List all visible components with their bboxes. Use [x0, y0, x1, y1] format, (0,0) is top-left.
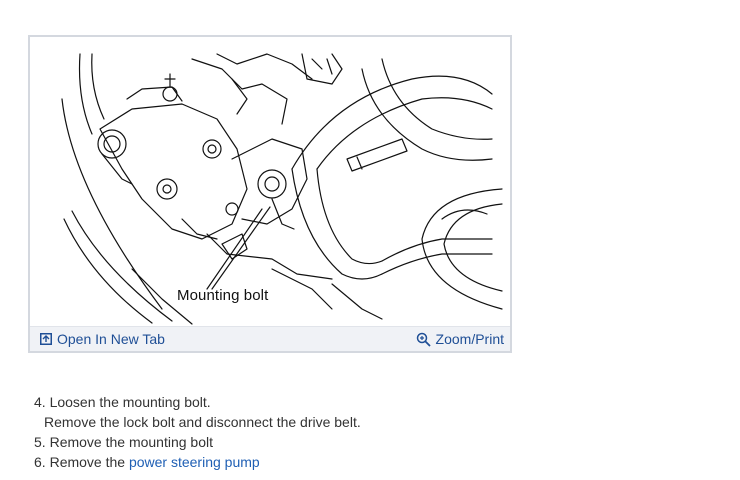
- step-text: Remove the: [49, 454, 126, 470]
- figure-toolbar: Open In New Tab Zoom/Print: [30, 326, 510, 351]
- step-item: 4. Loosen the mounting bolt.: [34, 392, 361, 412]
- open-in-new-tab-button[interactable]: Open In New Tab: [40, 331, 165, 347]
- figure-card: Mounting bolt Open In New Tab Zoom/Print: [28, 35, 512, 353]
- step-text: Remove the lock bolt and disconnect the …: [44, 414, 361, 430]
- step-number: 4.: [34, 394, 46, 410]
- diagram-image[interactable]: Mounting bolt: [32, 39, 508, 325]
- zoom-print-label: Zoom/Print: [435, 331, 504, 347]
- instruction-steps: 4. Loosen the mounting bolt. Remove the …: [34, 392, 361, 472]
- power-steering-line-drawing: [61, 53, 503, 325]
- step-number: 6.: [34, 454, 46, 470]
- step-text: Remove the mounting bolt: [49, 434, 214, 450]
- step-item: 5. Remove the mounting bolt: [34, 432, 361, 452]
- step-text: Loosen the mounting bolt.: [49, 394, 211, 410]
- step-item: 6. Remove the power steering pump: [34, 452, 361, 472]
- zoom-magnifier-icon: [416, 332, 431, 347]
- open-in-new-tab-label: Open In New Tab: [57, 331, 165, 347]
- zoom-print-button[interactable]: Zoom/Print: [416, 331, 504, 347]
- power-steering-pump-link[interactable]: power steering pump: [129, 454, 260, 470]
- open-new-tab-icon: [40, 333, 52, 345]
- figure-caption: Mounting bolt: [177, 287, 269, 304]
- step-number: 5.: [34, 434, 46, 450]
- step-item: Remove the lock bolt and disconnect the …: [34, 412, 361, 432]
